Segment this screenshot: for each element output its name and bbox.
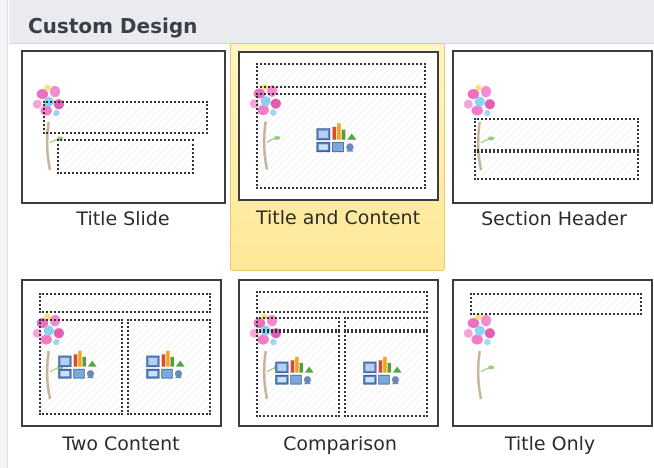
layout-tile-title-only[interactable]: Title Only	[450, 275, 654, 468]
layout-label: Two Content	[62, 433, 180, 455]
layout-thumbnail	[452, 279, 653, 427]
heading-placeholder-left	[256, 317, 340, 331]
gallery-left-border	[0, 0, 8, 468]
content-placeholder-icon	[57, 349, 101, 379]
title-placeholder	[256, 291, 428, 313]
title-placeholder	[43, 101, 208, 134]
layout-label: Comparison	[283, 433, 397, 455]
title-placeholder	[470, 293, 642, 315]
layout-label: Title and Content	[255, 207, 421, 229]
layout-tile-title-and-content[interactable]: Title and Content	[230, 43, 445, 271]
content-placeholder-icon	[316, 121, 360, 153]
layout-label: Section Header	[481, 208, 627, 230]
layout-thumbnail	[452, 50, 653, 204]
content-placeholder-icon	[274, 355, 318, 385]
layout-tile-title-slide[interactable]: Title Slide	[17, 48, 227, 263]
layout-thumbnail	[238, 279, 439, 427]
layout-thumbnail	[21, 50, 226, 204]
section-title: Custom Design	[28, 14, 198, 38]
layout-thumbnail	[21, 279, 222, 427]
layout-thumbnail	[238, 51, 439, 201]
layout-label: Title Slide	[76, 208, 170, 230]
content-placeholder-icon	[362, 355, 406, 385]
heading-placeholder-right	[344, 317, 428, 331]
title-placeholder	[256, 63, 426, 88]
gallery-section-header: Custom Design	[9, 0, 654, 44]
title-placeholder	[474, 118, 639, 151]
title-placeholder	[39, 293, 211, 313]
content-placeholder-icon	[145, 349, 189, 379]
layout-tile-two-content[interactable]: Two Content	[17, 275, 227, 468]
text-placeholder	[474, 151, 639, 180]
layout-label: Title Only	[504, 433, 596, 455]
layout-tile-section-header[interactable]: Section Header	[450, 48, 654, 263]
layout-tile-comparison[interactable]: Comparison	[232, 275, 447, 468]
subtitle-placeholder	[57, 139, 194, 174]
